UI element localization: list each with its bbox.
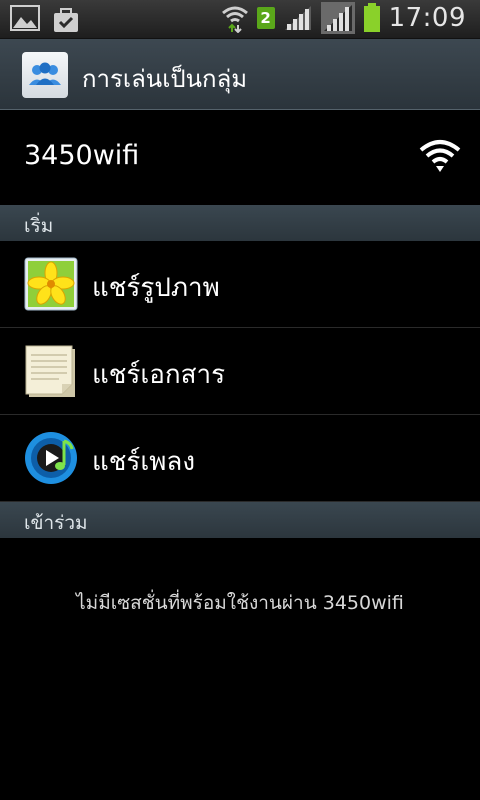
clock: 17:09 [388, 3, 466, 33]
signal-icon [320, 2, 355, 34]
empty-state-message: ไม่มีเซสชั่นที่พร้อมใช้งานผ่าน 3450wifi [76, 592, 404, 614]
action-bar: การเล่นเป็นกลุ่ม [0, 39, 480, 110]
gallery-icon [10, 5, 40, 31]
status-bar: 2 17:09 [0, 0, 480, 39]
list-item-label: แชร์เอกสาร [92, 360, 226, 390]
network-name: 3450wifi [24, 140, 140, 171]
wifi-transfer-icon [221, 6, 248, 33]
sim-badge: 2 [256, 7, 275, 29]
wifi-icon [419, 140, 461, 172]
list-item-share-music[interactable]: แชร์เพลง [0, 415, 480, 502]
page-title: การเล่นเป็นกลุ่ม [82, 65, 248, 93]
image-icon [24, 257, 78, 311]
list-item-share-documents[interactable]: แชร์เอกสาร [0, 328, 480, 415]
section-header-label: เริ่ม [24, 215, 54, 237]
check-bag-icon [54, 8, 78, 32]
list-item-label: แชร์เพลง [92, 447, 196, 477]
section-header-join: เข้าร่วม [0, 502, 480, 538]
battery-icon [363, 3, 380, 32]
section-header-start: เริ่ม [0, 205, 480, 241]
section-header-label: เข้าร่วม [24, 512, 88, 534]
network-row[interactable]: 3450wifi [0, 110, 480, 204]
music-icon [25, 432, 77, 484]
list-item-label: แชร์รูปภาพ [92, 273, 220, 303]
signal-icon [284, 6, 311, 30]
list-item-share-images[interactable]: แชร์รูปภาพ [0, 241, 480, 328]
document-icon [25, 345, 75, 397]
group-play-icon[interactable] [22, 52, 68, 98]
